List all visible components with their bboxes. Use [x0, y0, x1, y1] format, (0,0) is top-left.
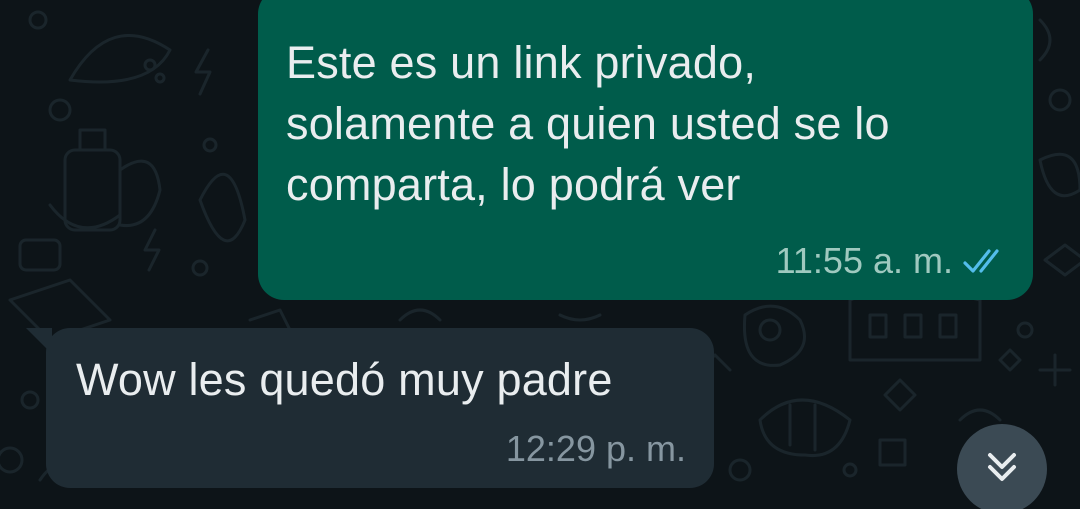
- bubble-tail: [26, 328, 52, 354]
- message-timestamp: 11:55 a. m.: [775, 240, 953, 281]
- message-text: Wow les quedó muy padre: [76, 354, 613, 405]
- scroll-to-bottom-button[interactable]: [957, 424, 1047, 509]
- double-check-read-icon: [963, 247, 1007, 275]
- outgoing-message-bubble[interactable]: Este es un link privado, solamente a qui…: [258, 0, 1033, 300]
- message-meta: 11:55 a. m.: [776, 240, 1007, 282]
- incoming-message-bubble[interactable]: Wow les quedó muy padre 12:29 p. m.: [26, 328, 714, 488]
- double-chevron-down-icon: [982, 447, 1022, 492]
- chat-area[interactable]: Este es un link privado, solamente a qui…: [0, 0, 1080, 509]
- message-timestamp: 12:29 p. m.: [505, 428, 686, 469]
- message-text: Este es un link privado, solamente a qui…: [286, 37, 890, 210]
